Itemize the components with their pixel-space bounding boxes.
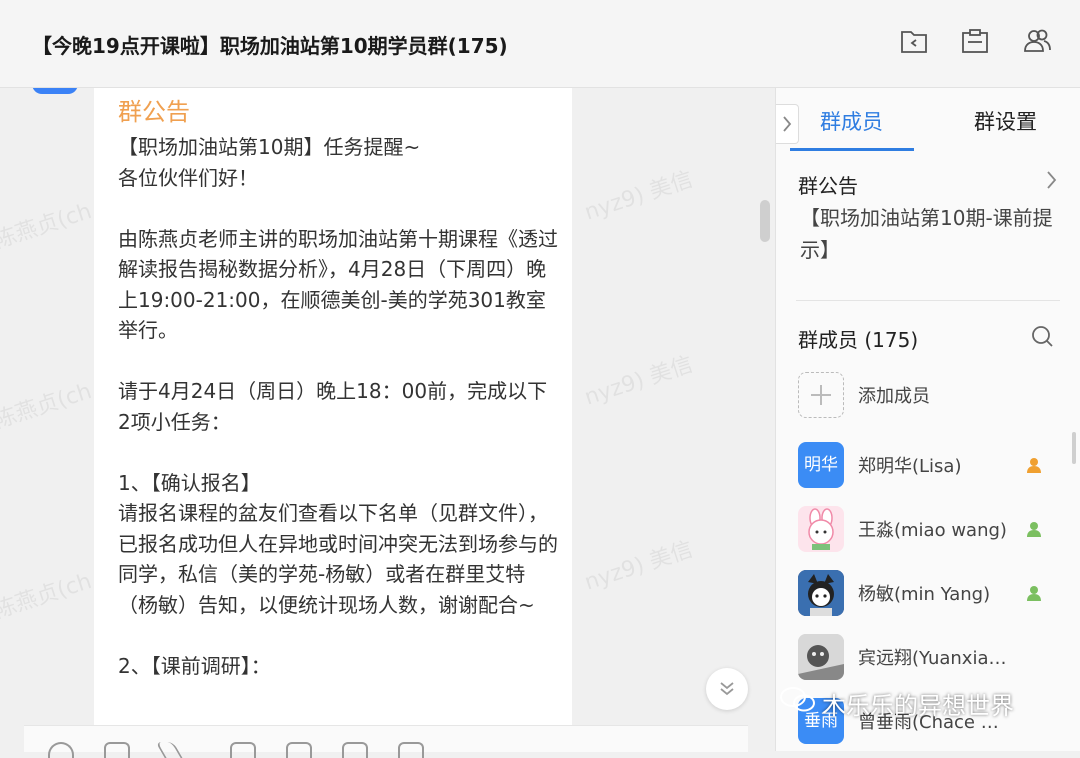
double-chevron-down-icon bbox=[720, 682, 734, 696]
chat-history-icon[interactable] bbox=[230, 742, 256, 758]
chat-scrollbar[interactable] bbox=[760, 200, 770, 242]
announcement-body: 【职场加油站第10期】任务提醒~ 各位伙伴们好！ 由陈燕贞老师主讲的职场加油站第… bbox=[118, 135, 558, 678]
member-name: 郑明华(Lisa) bbox=[858, 456, 962, 477]
admin-badge-icon bbox=[1027, 458, 1041, 473]
avatar[interactable] bbox=[798, 506, 844, 552]
member-item[interactable]: 明华 郑明华(Lisa) bbox=[798, 442, 1068, 490]
wechat-logo-icon bbox=[780, 687, 815, 712]
avatar[interactable] bbox=[798, 570, 844, 616]
announcement-message[interactable]: 群公告 【职场加油站第10期】任务提醒~ 各位伙伴们好！ 由陈燕贞老师主讲的职场… bbox=[94, 88, 572, 748]
sidebar-scrollbar[interactable] bbox=[1072, 432, 1076, 464]
composer-toolbar bbox=[24, 725, 748, 758]
notice-heading[interactable]: 群公告 bbox=[798, 170, 858, 199]
group-title: 【今晚19点开课啦】职场加油站第10期学员群(175) bbox=[32, 34, 508, 58]
members-icon[interactable] bbox=[1020, 24, 1054, 58]
account-watermark: 木乐乐的异想世界 bbox=[822, 692, 1014, 720]
add-member-label: 添加成员 bbox=[858, 386, 930, 407]
more-tools-icon[interactable] bbox=[398, 742, 424, 758]
member-name: 王淼(miao wang) bbox=[858, 520, 1007, 541]
members-heading: 群成员 (175) bbox=[798, 328, 919, 352]
collapse-sidebar-button[interactable] bbox=[776, 104, 799, 144]
search-icon[interactable] bbox=[1030, 324, 1056, 350]
watermark-text: 陈燕贞(ch bbox=[0, 568, 95, 624]
avatar[interactable] bbox=[798, 634, 844, 680]
folder-icon[interactable] bbox=[104, 742, 130, 758]
member-badge-icon bbox=[1027, 586, 1041, 601]
watermark-text: 陈燕贞(ch bbox=[0, 378, 95, 434]
scroll-to-bottom-button[interactable] bbox=[706, 668, 748, 710]
member-name: 宾远翔(Yuanxia… bbox=[858, 648, 1007, 669]
divider bbox=[796, 300, 1060, 301]
announcement-icon[interactable] bbox=[958, 24, 992, 58]
chevron-right-icon[interactable] bbox=[1044, 168, 1060, 192]
avatar[interactable]: 明华 bbox=[798, 442, 844, 488]
member-item[interactable]: 宾远翔(Yuanxia… bbox=[798, 634, 1068, 682]
scissors-icon[interactable] bbox=[155, 742, 183, 758]
chevron-right-icon bbox=[783, 116, 792, 132]
folder-share-icon[interactable] bbox=[897, 24, 931, 58]
chat-area: 陈燕贞(ch 陈燕贞(ch 陈燕贞(ch nyz9) 美信 nyz9) 美信 n… bbox=[0, 88, 775, 751]
watermark-text: nyz9) 美信 bbox=[581, 537, 696, 596]
watermark-text: nyz9) 美信 bbox=[581, 352, 696, 411]
emoji-icon[interactable] bbox=[48, 742, 74, 758]
member-name: 杨敏(min Yang) bbox=[858, 584, 991, 605]
watermark-text: 陈燕贞(ch bbox=[0, 198, 95, 254]
screen-share-icon[interactable] bbox=[342, 742, 368, 758]
video-call-icon[interactable] bbox=[286, 742, 312, 758]
notice-preview[interactable]: 【职场加油站第10期-课前提示】 bbox=[800, 202, 1070, 266]
group-sidebar: 群成员 群设置 群公告 【职场加油站第10期-课前提示】 群成员 (175) 添… bbox=[775, 88, 1080, 751]
active-tab-indicator bbox=[790, 148, 914, 151]
tab-members[interactable]: 群成员 bbox=[820, 106, 883, 136]
chat-header: 【今晚19点开课啦】职场加油站第10期学员群(175) bbox=[0, 0, 1080, 88]
member-badge-icon bbox=[1027, 522, 1041, 537]
add-icon bbox=[798, 372, 844, 418]
sender-avatar[interactable] bbox=[32, 88, 78, 94]
tab-settings[interactable]: 群设置 bbox=[974, 106, 1037, 136]
member-item[interactable]: 杨敏(min Yang) bbox=[798, 570, 1068, 618]
member-item[interactable]: 王淼(miao wang) bbox=[798, 506, 1068, 554]
add-member-button[interactable]: 添加成员 bbox=[798, 372, 1068, 420]
announcement-title: 群公告 bbox=[118, 98, 190, 126]
watermark-text: nyz9) 美信 bbox=[581, 167, 696, 226]
